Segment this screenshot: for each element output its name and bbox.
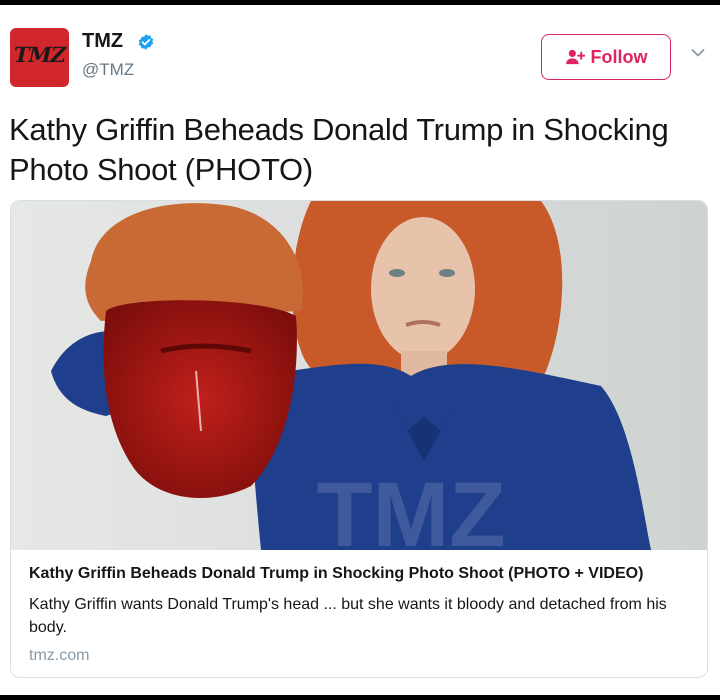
image-watermark: TMZ <box>316 464 505 550</box>
chevron-down-icon[interactable] <box>691 48 705 58</box>
add-user-icon <box>565 49 585 65</box>
follow-button-label: Follow <box>590 46 648 67</box>
card-image[interactable]: TMZ <box>11 201 708 550</box>
tweet-text: Kathy Griffin Beheads Donald Trump in Sh… <box>9 112 669 187</box>
top-edge <box>0 0 720 5</box>
bottom-edge <box>0 695 720 700</box>
avatar[interactable]: TMZ <box>10 28 69 87</box>
card-title[interactable]: Kathy Griffin Beheads Donald Trump in Sh… <box>29 565 695 583</box>
account-handle[interactable]: @TMZ <box>82 60 134 80</box>
verified-badge-icon <box>138 34 154 50</box>
link-card[interactable]: TMZ Kathy Griffin Beheads Donald Trump i… <box>10 200 708 678</box>
avatar-logo-text: TMZ <box>11 42 68 67</box>
follow-button[interactable]: Follow <box>541 34 671 80</box>
account-display-name[interactable]: TMZ <box>82 30 123 53</box>
card-domain[interactable]: tmz.com <box>29 647 89 665</box>
card-description: Kathy Griffin wants Donald Trump's head … <box>29 596 667 636</box>
